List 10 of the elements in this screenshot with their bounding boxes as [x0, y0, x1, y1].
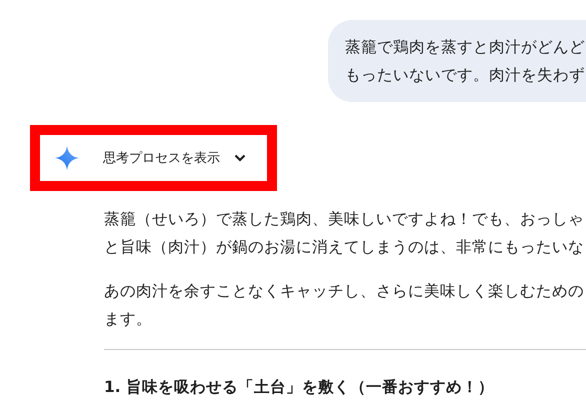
- section-heading: 1. 旨味を吸わせる「土台」を敷く（一番おすすめ！）: [104, 377, 496, 398]
- response-text: ます。: [104, 309, 153, 330]
- response-text: 蒸籠（せいろ）で蒸した鶏肉、美味しいですよね！でも、おっしゃ: [104, 209, 585, 230]
- show-thinking-button[interactable]: 思考プロセスを表示: [79, 149, 246, 167]
- response-text: と旨味（肉汁）が鍋のお湯に消えてしまうのは、非常にもったいな: [104, 237, 585, 258]
- sparkle-icon: [55, 146, 79, 170]
- response-text: あの肉汁を余すことなくキャッチし、さらに美味しく楽しむための: [104, 281, 585, 302]
- message-text: 蒸籠で鶏肉を蒸すと肉汁がどんど: [345, 37, 586, 58]
- chevron-icon: [234, 154, 246, 162]
- message-text: もったいないです。肉汁を失わず: [345, 65, 586, 86]
